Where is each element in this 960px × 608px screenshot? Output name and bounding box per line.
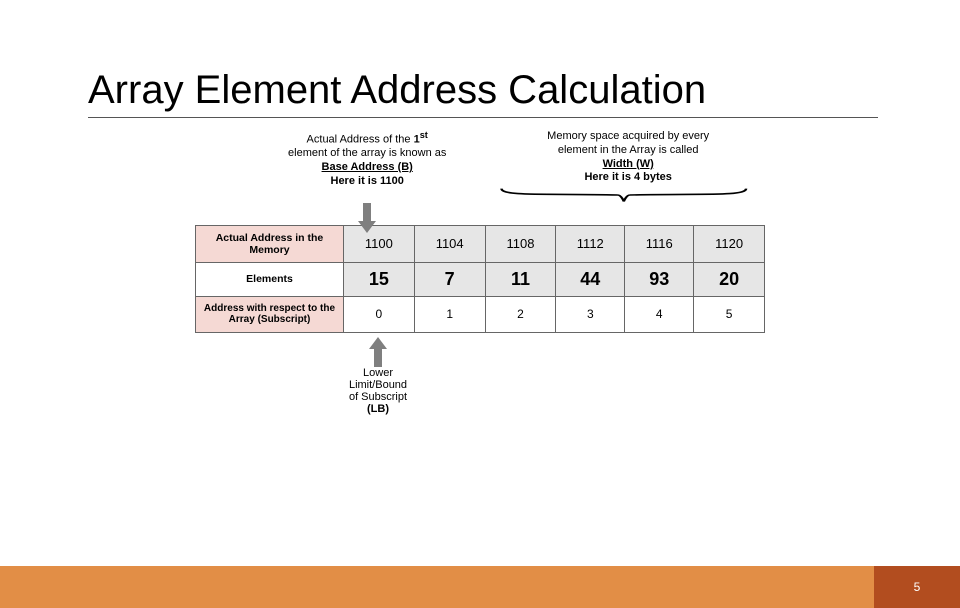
brace-icon — [499, 187, 749, 203]
page-number: 5 — [874, 566, 960, 608]
row-header-address: Actual Address in the Memory — [196, 225, 344, 262]
cell-address: 1112 — [556, 225, 625, 262]
anno-text: element in the Array is called — [491, 144, 765, 158]
anno-text: Actual Address of the — [307, 134, 414, 146]
cell-address: 1100 — [344, 225, 415, 262]
width-term: Width (W) — [491, 158, 765, 172]
cell-subscript: 1 — [414, 296, 485, 332]
cell-element: 7 — [414, 262, 485, 296]
cell-address: 1116 — [625, 225, 694, 262]
table-row: Elements 15 7 11 44 93 20 — [196, 262, 765, 296]
base-address-value: Here it is 1100 — [243, 175, 491, 189]
cell-subscript: 4 — [625, 296, 694, 332]
cell-address: 1104 — [414, 225, 485, 262]
width-value: Here it is 4 bytes — [491, 171, 765, 185]
cell-element: 15 — [344, 262, 415, 296]
memory-table: Actual Address in the Memory 1100 1104 1… — [195, 225, 765, 333]
anno-text: Lower Limit/Bound — [343, 367, 413, 391]
cell-element: 11 — [485, 262, 556, 296]
diagram: Actual Address of the 1 st element of the… — [195, 130, 765, 415]
width-annotation: Memory space acquired by every element i… — [491, 130, 765, 223]
slide-footer: 5 — [0, 566, 960, 608]
cell-element: 44 — [556, 262, 625, 296]
cell-subscript: 0 — [344, 296, 415, 332]
anno-text: element of the array is known as — [243, 147, 491, 161]
cell-subscript: 3 — [556, 296, 625, 332]
anno-sup: st — [420, 130, 428, 140]
arrow-up-icon — [343, 335, 413, 367]
cell-subscript: 5 — [694, 296, 765, 332]
slide-title: Array Element Address Calculation — [88, 68, 878, 118]
cell-address: 1120 — [694, 225, 765, 262]
table-row: Address with respect to the Array (Subsc… — [196, 296, 765, 332]
lower-bound-annotation: Lower Limit/Bound of Subscript (LB) — [343, 335, 413, 415]
cell-element: 93 — [625, 262, 694, 296]
anno-text: of Subscript — [349, 391, 407, 403]
base-address-term: Base Address (B) — [243, 161, 491, 175]
row-header-elements: Elements — [196, 262, 344, 296]
base-address-annotation: Actual Address of the 1st element of the… — [195, 130, 491, 223]
cell-subscript: 2 — [485, 296, 556, 332]
top-annotations: Actual Address of the 1st element of the… — [195, 130, 765, 223]
anno-text: Memory space acquired by every — [491, 130, 765, 144]
arrow-down-icon — [243, 189, 491, 223]
cell-element: 20 — [694, 262, 765, 296]
cell-address: 1108 — [485, 225, 556, 262]
table-row: Actual Address in the Memory 1100 1104 1… — [196, 225, 765, 262]
row-header-subscript: Address with respect to the Array (Subsc… — [196, 296, 344, 332]
footer-bar — [0, 566, 874, 608]
lb-term: (LB) — [367, 403, 389, 415]
